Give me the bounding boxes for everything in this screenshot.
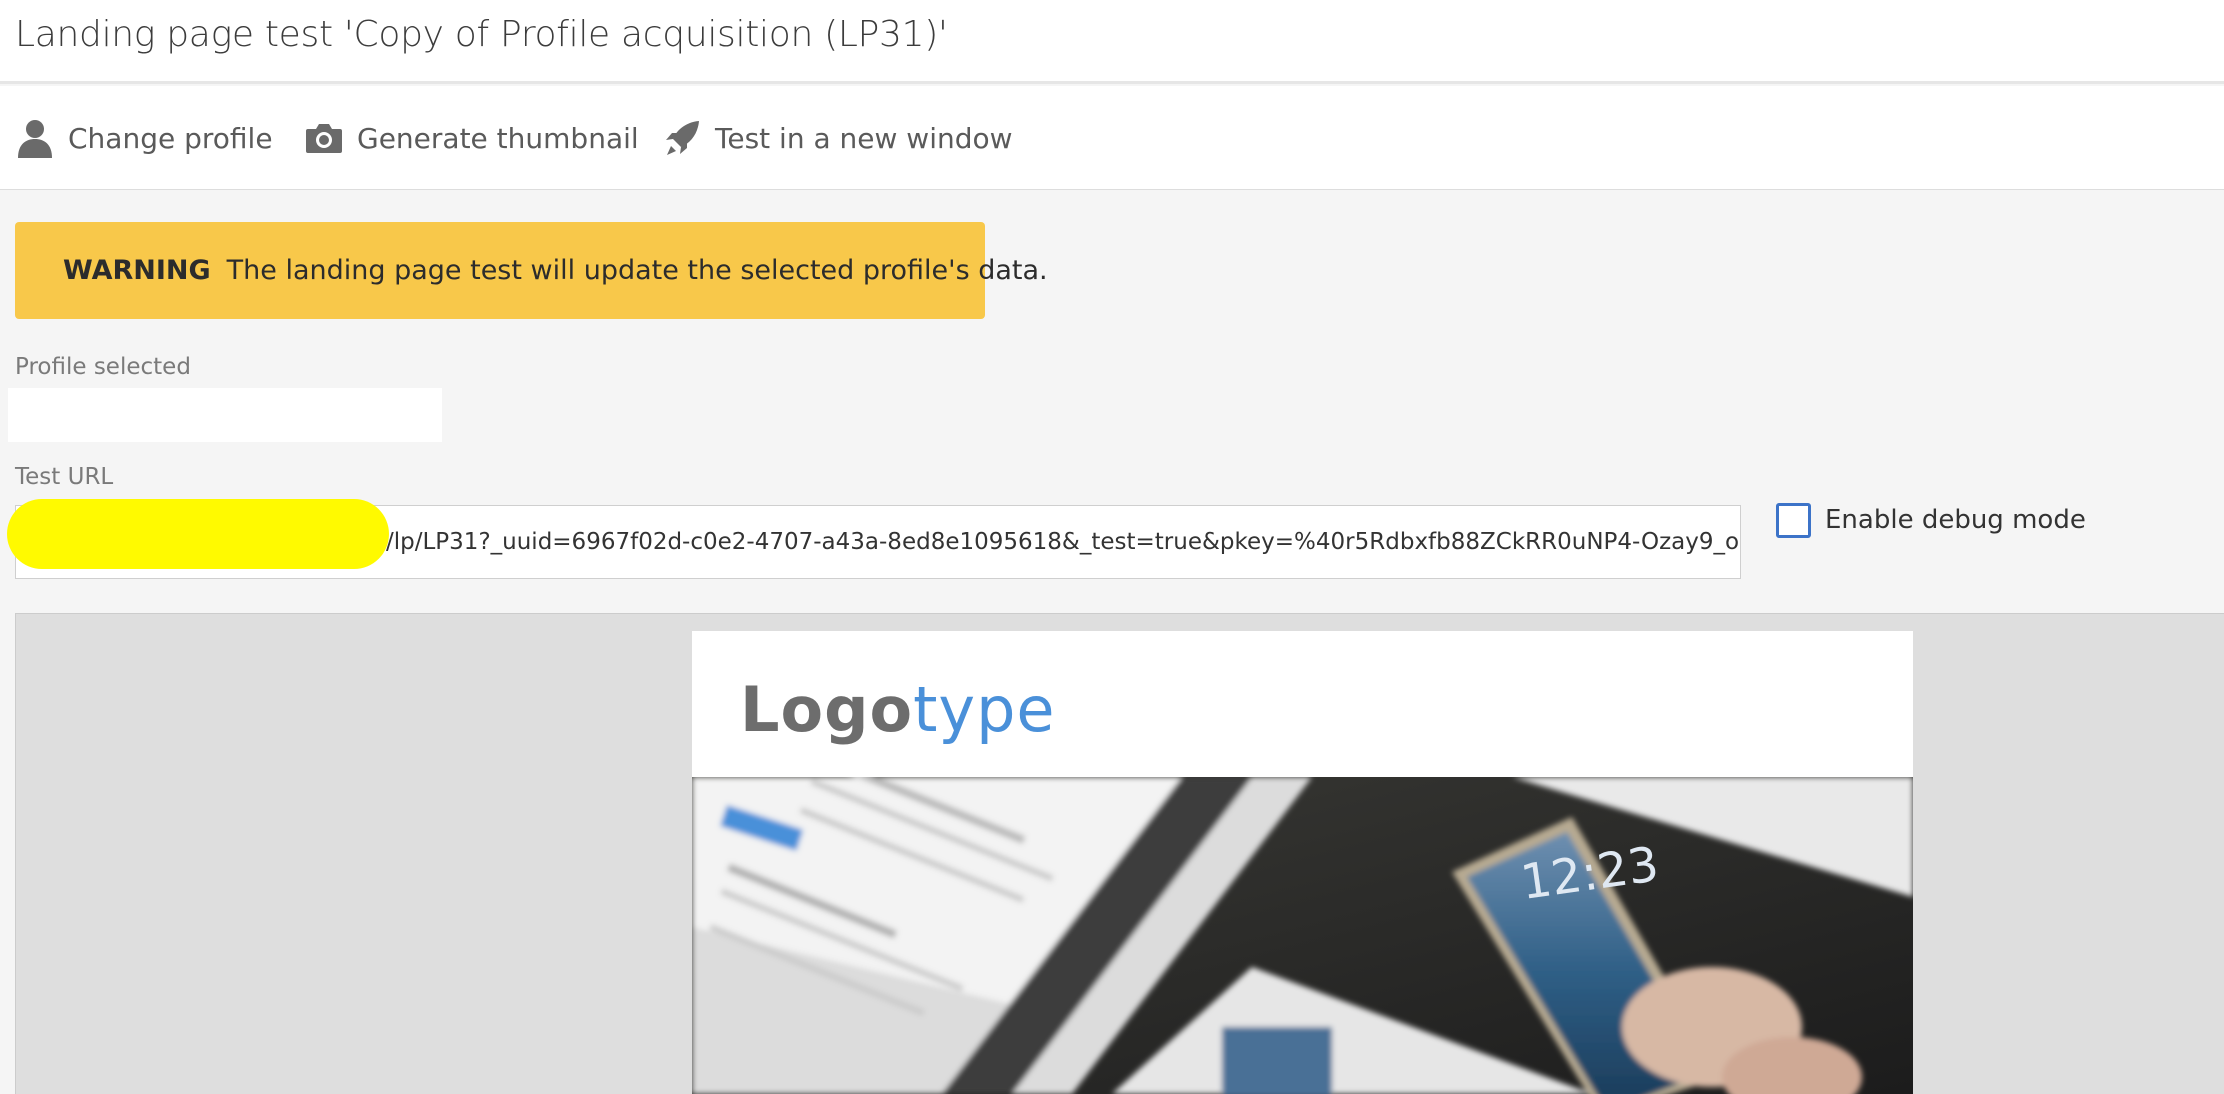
change-profile-label: Change profile (68, 121, 273, 155)
hero-image: 12:23 (692, 777, 1913, 1094)
camera-icon (306, 124, 342, 153)
test-new-window-button[interactable]: Test in a new window (663, 116, 1013, 160)
enable-debug-checkbox[interactable] (1776, 503, 1811, 538)
page-header: Landing page test 'Copy of Profile acqui… (0, 0, 2224, 84)
warning-message: The landing page test will update the se… (226, 255, 1048, 286)
logo: Logotype (740, 673, 1056, 746)
change-profile-button[interactable]: Change profile (16, 116, 273, 160)
user-icon (18, 120, 52, 158)
warning-title: WARNING (63, 255, 211, 286)
page-title: Landing page test 'Copy of Profile acqui… (15, 14, 948, 55)
profile-selected-label: Profile selected (15, 354, 191, 380)
rocket-icon (666, 121, 699, 155)
warning-banner: WARNING The landing page test will updat… (15, 222, 1048, 319)
enable-debug-label[interactable]: Enable debug mode (1825, 503, 2086, 538)
generate-thumbnail-button[interactable]: Generate thumbnail (305, 116, 639, 160)
landing-page-preview: Logotype 12:23 (692, 631, 1913, 1094)
hero-illustration: 12:23 (692, 777, 1913, 1094)
test-new-window-label: Test in a new window (715, 121, 1013, 155)
toolbar: Change profile Generate thumbnail Test i… (0, 86, 2224, 190)
test-url-label: Test URL (15, 464, 114, 490)
generate-thumbnail-label: Generate thumbnail (357, 121, 639, 155)
redaction-mark (7, 499, 389, 569)
profile-selected-field[interactable] (8, 388, 442, 442)
